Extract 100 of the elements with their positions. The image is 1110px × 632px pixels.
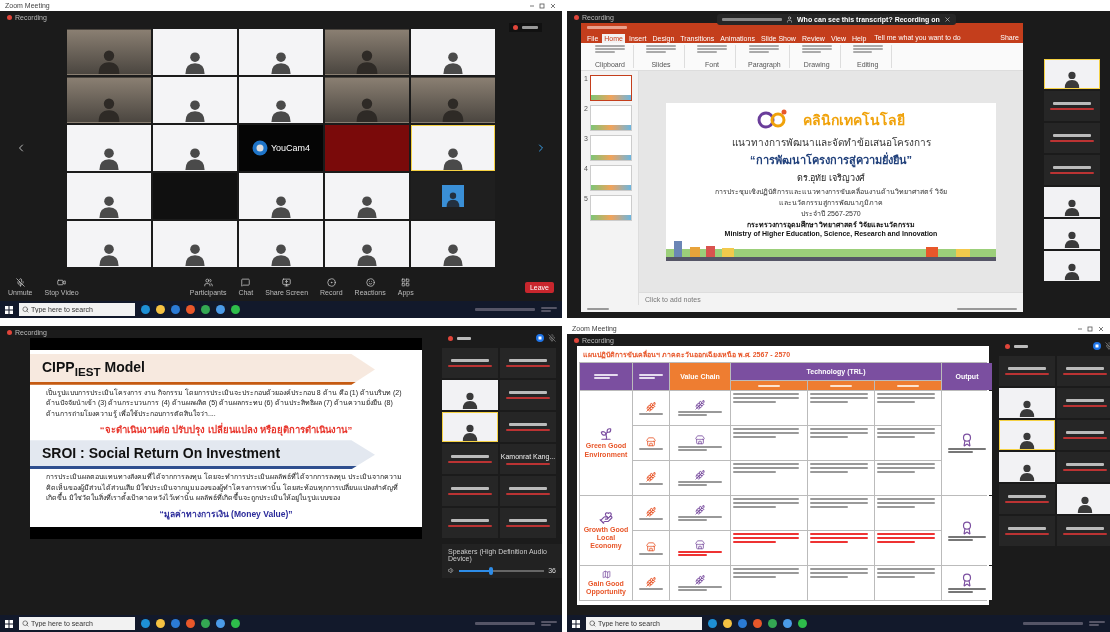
blurred-text-drawing [1053,166,1091,169]
store-icon [695,540,705,550]
blurred-text-drawing [678,516,722,521]
wheat-icon [695,400,705,410]
blurred-text-drawing [522,26,538,29]
blurred-text-drawing [957,307,1017,310]
slide-thumbnail[interactable] [589,75,632,101]
mic-off-icon [15,278,25,287]
blurred-text-drawing [639,517,663,520]
person-silhouette-icon [1063,198,1081,216]
person-silhouette-icon [183,146,207,170]
blurred-text-drawing [877,533,935,543]
windows-logo-icon[interactable] [572,619,580,628]
blurred-text-drawing [722,18,782,21]
blurred-text-drawing [733,428,799,438]
blurred-text-drawing [678,481,722,486]
blurred-text-drawing [457,336,471,340]
stop-share-icon[interactable] [536,334,544,342]
close-icon[interactable] [943,16,951,23]
stop-share-icon[interactable] [1093,342,1101,350]
wheat-icon [646,576,656,587]
recording-icon [1005,343,1010,349]
person-silhouette-icon [269,194,293,218]
blurred-text-drawing [1066,399,1104,402]
blurred-text-drawing [749,45,780,53]
apps-icon [401,278,411,287]
window-controls-icon[interactable] [1077,325,1105,332]
blurred-text-drawing [509,391,547,394]
blurred-text-drawing [451,519,489,522]
person-silhouette-icon [1063,262,1081,280]
blurred-text-drawing [475,622,535,625]
hand-heart-icon [599,510,613,525]
person-silhouette-icon [1018,431,1036,449]
blurred-text-drawing [877,568,935,578]
speaker-icon [448,567,455,574]
recording-icon [7,14,12,20]
blurred-text-drawing [697,45,727,53]
slide-quote: “จะดำเนินงานต่อ ปรับปรุง เปลี่ยนแปลง หรือยุติการดำเนินงาน” [99,422,353,438]
wheat-icon [695,470,705,480]
blurred-text-drawing [733,393,799,403]
person-silhouette-icon [440,96,466,122]
sprout-icon [599,427,613,442]
person-silhouette-icon [96,96,122,122]
award-icon [960,520,974,535]
store-icon [695,435,705,445]
blurred-text-drawing [639,447,663,450]
blurred-text-drawing [475,308,535,311]
store-icon [646,436,656,447]
blurred-text-drawing [1066,527,1104,530]
wheat-icon [646,471,656,482]
person-icon [786,16,793,23]
person-silhouette-icon [269,98,293,122]
record-icon [326,278,336,287]
blurred-text-drawing [1053,134,1091,137]
blurred-text-drawing [595,45,625,53]
person-silhouette-icon [1018,399,1036,417]
person-silhouette-icon [183,50,207,74]
logo-icon [757,108,787,131]
recording-icon [574,14,579,20]
recording-icon [448,335,453,341]
mic-off-icon [548,334,556,342]
slide-text: แนวทางการพัฒนาและจัดทำข้อเสนอโครงการ [731,135,931,150]
blurred-text-drawing [948,588,986,593]
windows-logo-icon[interactable] [5,305,13,314]
blurred-text-drawing [877,393,935,403]
section-heading: SROI : Social Return On Investment [42,445,281,462]
blurred-text-drawing [639,374,663,379]
blurred-text-drawing [1066,463,1104,466]
blurred-text-drawing [509,359,547,362]
person-silhouette-icon [183,98,207,122]
blurred-text-drawing [451,487,489,490]
person-silhouette-icon [355,194,379,218]
participants-icon [203,278,213,287]
wheat-icon [695,505,705,515]
windows-logo-icon[interactable] [5,619,13,628]
camera-app-label: YouCam4 [270,143,311,153]
blurred-text-drawing [877,428,935,438]
blurred-text-drawing [678,446,722,451]
blurred-text-drawing [509,487,547,490]
person-silhouette-icon [183,242,207,266]
person-silhouette-icon [97,242,121,266]
person-silhouette-icon [355,242,379,266]
volume-thumb[interactable] [489,566,494,575]
recording-icon [513,25,518,30]
blurred-text-drawing [1008,367,1046,370]
person-silhouette-icon [1063,70,1081,88]
person-silhouette-icon [441,242,465,266]
person-silhouette-icon [445,191,461,207]
blurred-text-drawing [810,463,868,473]
blurred-text-drawing [948,448,986,453]
blurred-text-drawing [810,428,868,438]
blurred-text-drawing [810,533,868,543]
blurred-text-drawing [810,498,868,508]
volume-slider[interactable] [459,569,545,572]
search-icon [22,306,29,313]
webcam-logo-icon [251,140,268,156]
award-icon [960,433,974,447]
person-silhouette-icon [1018,463,1036,481]
window-controls-icon[interactable] [529,2,557,9]
blurred-text-drawing [948,535,986,541]
